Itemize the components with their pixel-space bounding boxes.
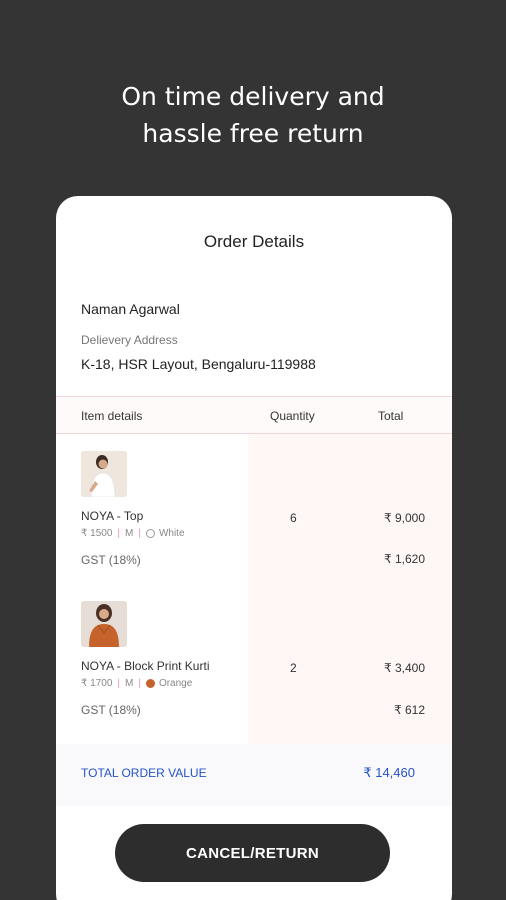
total-order-label: TOTAL ORDER VALUE	[81, 766, 207, 780]
item-total: ₹ 9,000	[384, 511, 425, 525]
address-value: K-18, HSR Layout, Bengaluru-119988	[81, 356, 316, 372]
product-color: White	[158, 528, 185, 539]
product-image-kurti	[81, 601, 127, 647]
product-color: Orange	[158, 678, 193, 689]
headline-line-2: hassle free return	[142, 119, 364, 148]
gst-label: GST (18%)	[81, 553, 141, 567]
table-header: Item details Quantity Total	[56, 396, 452, 434]
separator: |	[117, 528, 120, 539]
card-title: Order Details	[203, 232, 305, 251]
item-quantity: 2	[290, 661, 297, 675]
product-size: M	[125, 528, 134, 539]
quantity-total-column-bg	[248, 434, 452, 744]
color-swatch-white	[145, 529, 155, 538]
header-item-details: Item details	[81, 409, 143, 423]
color-swatch-orange	[145, 679, 155, 688]
header-quantity: Quantity	[270, 409, 315, 423]
product-price: ₹ 1700	[81, 678, 113, 689]
product-name: NOYA - Block Print Kurti	[81, 659, 210, 673]
address-label: Delievery Address	[81, 333, 178, 347]
separator: |	[138, 678, 141, 689]
product-image-top	[81, 451, 127, 497]
gst-amount: ₹ 1,620	[384, 552, 425, 566]
product-name: NOYA - Top	[81, 509, 144, 523]
customer-name: Naman Agarwal	[81, 301, 180, 317]
order-total-row: TOTAL ORDER VALUE ₹ 14,460	[56, 744, 452, 806]
headline: On time delivery and hassle free return	[0, 78, 506, 152]
separator: |	[138, 528, 141, 539]
headline-line-1: On time delivery and	[121, 82, 385, 111]
total-order-value: ₹ 14,460	[363, 765, 415, 780]
order-details-card: Order Details Naman Agarwal Delievery Ad…	[56, 196, 452, 900]
product-price: ₹ 1500	[81, 528, 113, 539]
product-meta: ₹ 1500 | M | White	[81, 528, 185, 539]
item-total: ₹ 3,400	[384, 661, 425, 675]
gst-label: GST (18%)	[81, 703, 141, 717]
separator: |	[117, 678, 120, 689]
product-size: M	[125, 678, 134, 689]
header-total: Total	[378, 409, 404, 423]
product-meta: ₹ 1700 | M | Orange	[81, 678, 192, 689]
gst-amount: ₹ 612	[394, 703, 425, 717]
cancel-return-button[interactable]: CANCEL/RETURN	[115, 824, 390, 882]
item-quantity: 6	[290, 511, 297, 525]
